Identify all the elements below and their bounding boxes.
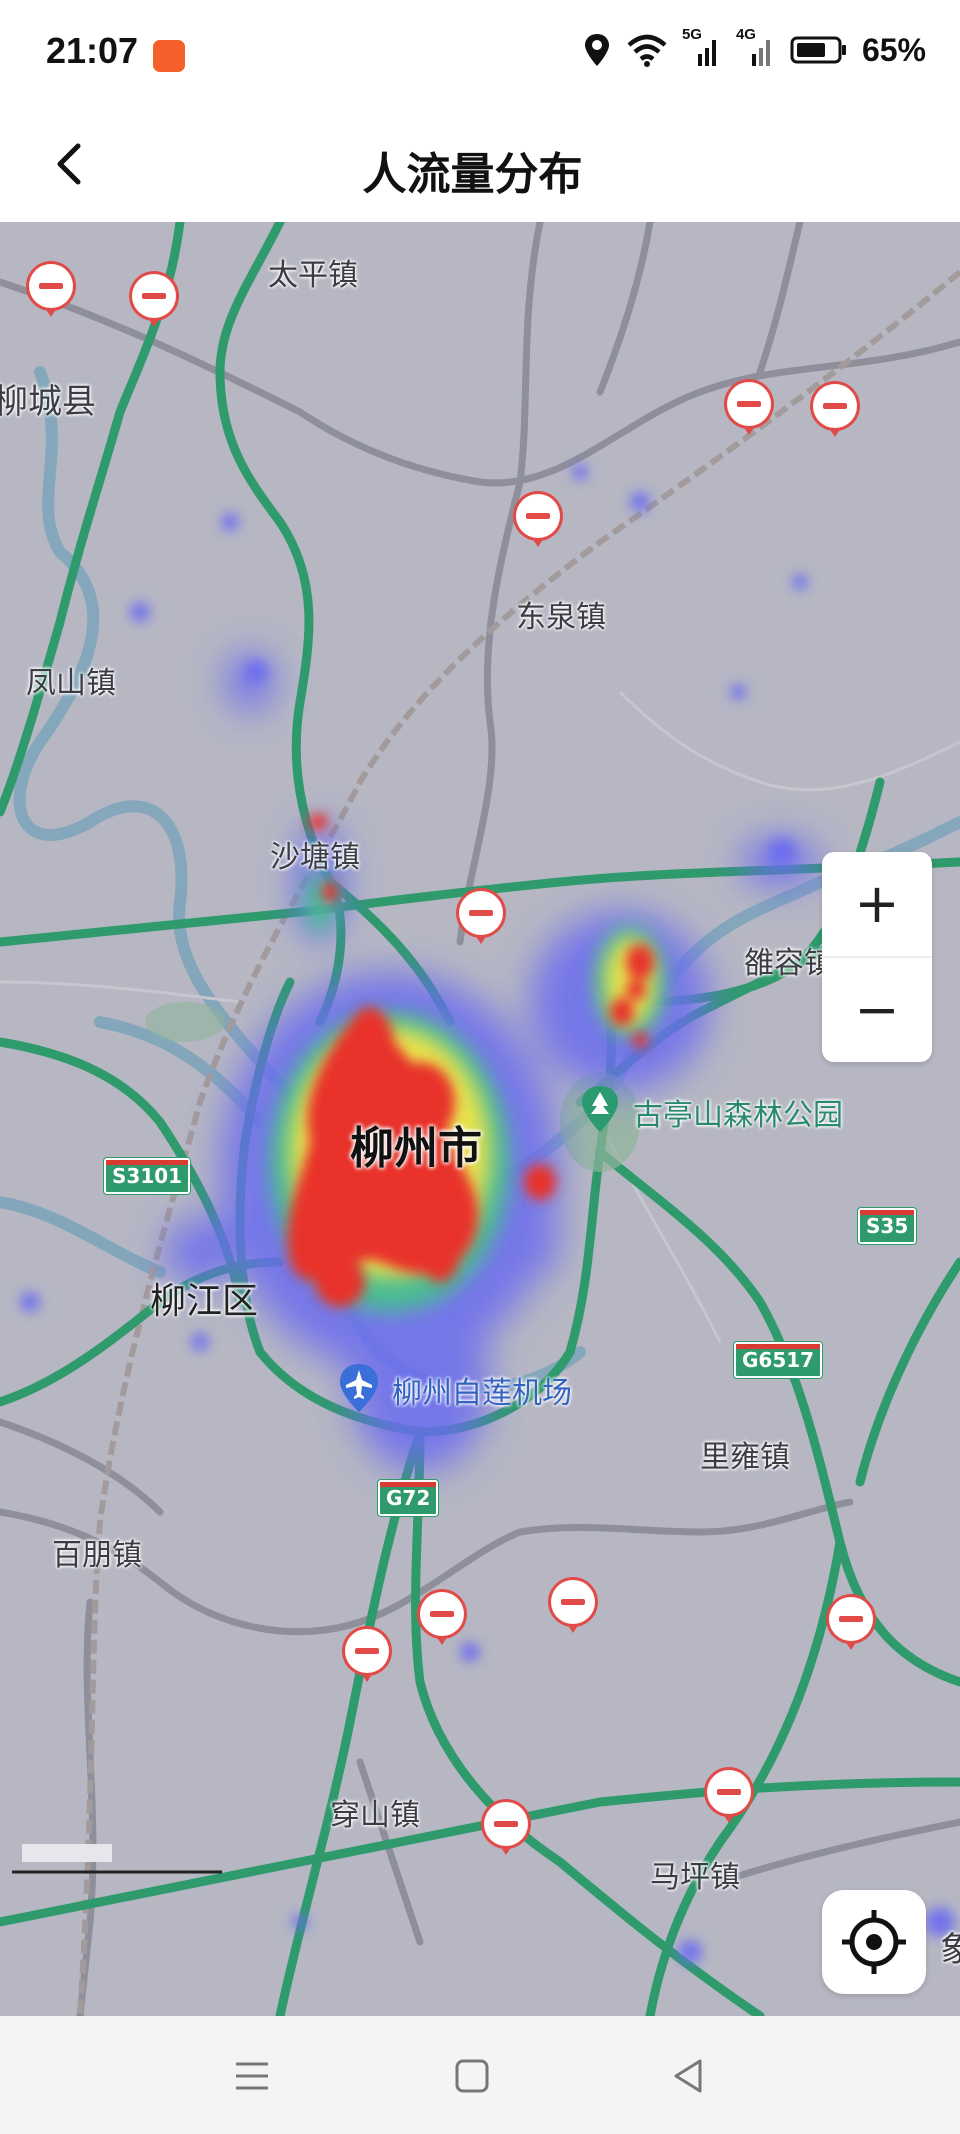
place-label: 柳江区 (150, 1281, 259, 1322)
poi-label: 柳州白莲机场 (392, 1376, 572, 1411)
airport-icon (340, 1364, 378, 1412)
road-closure-icon[interactable] (727, 382, 771, 435)
wifi-icon (627, 34, 667, 67)
page-title: 人流量分布 (362, 149, 583, 200)
road-closure-icon[interactable] (132, 274, 176, 327)
road-closure-icon[interactable] (516, 494, 560, 547)
road-closure-icon[interactable] (420, 1592, 464, 1645)
place-label: 象 (940, 1930, 960, 1970)
road-closure-icon[interactable] (459, 891, 503, 944)
place-label: 沙塘镇 (270, 840, 360, 875)
road-shield: S3101 (104, 1158, 191, 1194)
place-label: 太平镇 (268, 258, 358, 293)
park-icon (582, 1086, 618, 1132)
locate-button[interactable] (822, 1890, 926, 1994)
battery-level: 65% (861, 31, 926, 68)
road-shield: S35 (858, 1208, 917, 1244)
app-notification-icon (153, 40, 185, 72)
road-closure-icon[interactable] (345, 1629, 389, 1682)
crosshair-icon (842, 1910, 906, 1974)
menu-icon[interactable] (232, 2056, 272, 2096)
place-label: 百朋镇 (52, 1538, 142, 1573)
road-shield: G6517 (734, 1342, 823, 1378)
zoom-controls: + − (822, 852, 932, 1062)
road-closure-icon[interactable] (551, 1580, 595, 1633)
status-indicators: 5G 4G 65% (582, 26, 926, 70)
road-closure-icon[interactable] (484, 1802, 528, 1855)
road-closure-icon[interactable] (829, 1597, 873, 1650)
signal-4g-icon: 4G (736, 26, 776, 68)
city-label: 柳州市 (350, 1123, 482, 1174)
place-label: 凤山镇 (26, 666, 116, 701)
place-label: 马坪镇 (650, 1860, 740, 1895)
road-closure-icon[interactable] (707, 1770, 751, 1823)
zoom-in-button[interactable]: + (822, 852, 932, 956)
road-shield: G72 (378, 1480, 439, 1516)
status-bar: 21:07 5G 4G 65% (0, 0, 960, 110)
place-label: 里雍镇 (700, 1440, 790, 1475)
road-closure-icon[interactable] (29, 264, 73, 317)
heatmap-map[interactable]: 太平镇 柳城县 东泉镇 凤山镇 沙塘镇 雒容镇 柳州市 古亭山森林公园 柳江区 … (0, 222, 960, 2016)
back-icon[interactable] (668, 2056, 708, 2096)
signal-5g-icon: 5G (682, 26, 722, 68)
status-time: 21:07 (46, 30, 139, 71)
road-closure-icon[interactable] (813, 384, 857, 437)
home-icon[interactable] (452, 2056, 492, 2096)
location-icon (584, 34, 609, 66)
scale-bar (12, 1844, 222, 1874)
poi-label: 古亭山森林公园 (633, 1098, 843, 1133)
place-label: 雒容镇 (744, 946, 834, 981)
zoom-out-button[interactable]: − (822, 958, 932, 1062)
battery-icon (790, 36, 846, 64)
header: 人流量分布 (0, 110, 960, 222)
place-label: 东泉镇 (516, 600, 606, 635)
place-label: 穿山镇 (330, 1798, 420, 1833)
place-label: 柳城县 (0, 382, 96, 422)
system-nav-bar (0, 2016, 960, 2134)
